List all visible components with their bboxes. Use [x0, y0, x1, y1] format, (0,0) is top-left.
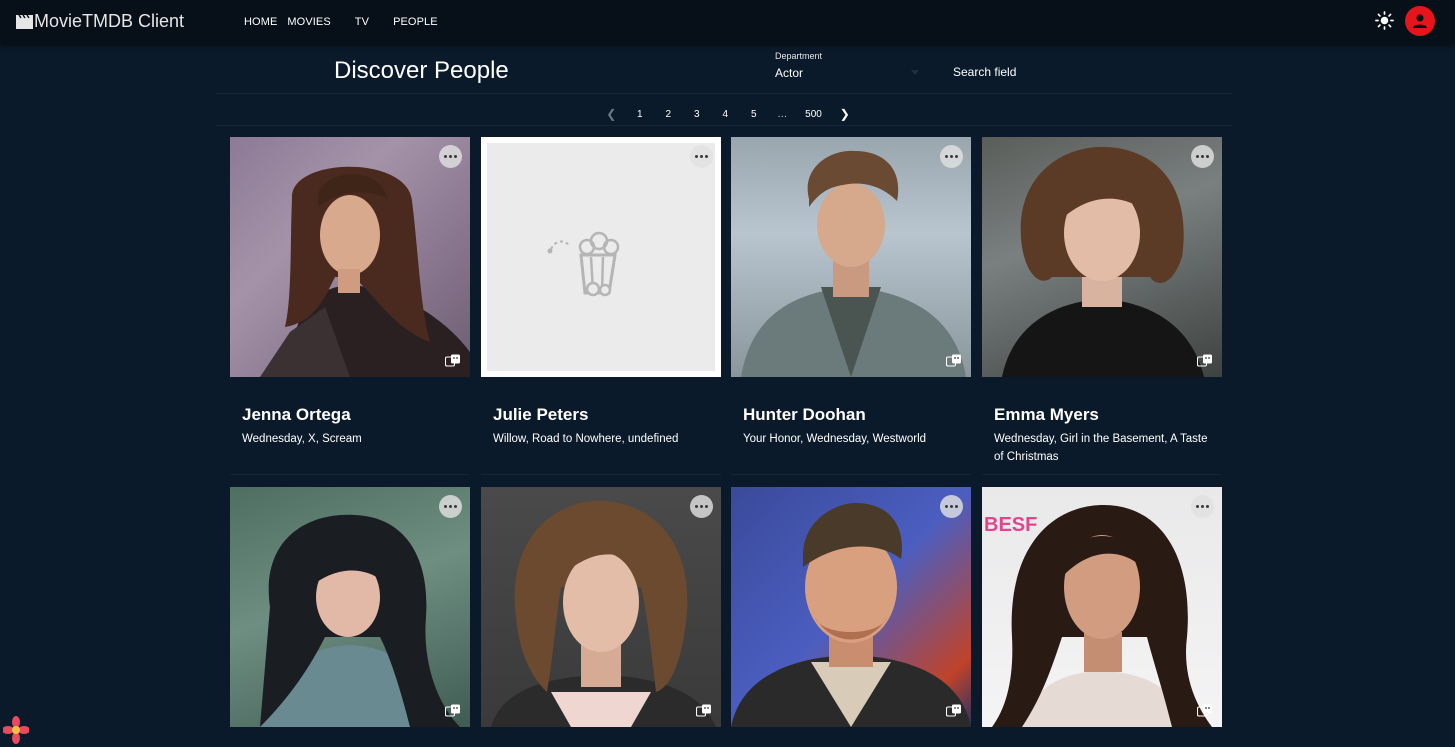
more-horizontal-icon[interactable]	[439, 495, 462, 518]
popcorn-icon	[547, 231, 620, 297]
page-title: Discover People	[334, 57, 509, 84]
clapperboard-icon	[16, 14, 33, 29]
department-label: Department	[775, 51, 823, 61]
card-divider	[731, 474, 971, 475]
theater-masks-icon[interactable]	[1197, 704, 1213, 718]
portrait-image	[741, 150, 966, 377]
more-horizontal-icon[interactable]	[1191, 495, 1214, 518]
person-known-for: Wednesday, X, Scream	[242, 433, 362, 445]
page-500-button[interactable]: 500	[797, 104, 831, 124]
person-photo[interactable]	[731, 137, 971, 377]
chevron-left-icon[interactable]: ❮	[597, 104, 626, 124]
photo-backdrop-text: BESF	[984, 514, 1037, 536]
department-select[interactable]: Department Actor	[775, 51, 921, 83]
more-horizontal-icon[interactable]	[1191, 145, 1214, 168]
theater-masks-icon[interactable]	[445, 704, 461, 718]
account-circle-icon	[1413, 14, 1427, 28]
portrait-image	[260, 514, 460, 727]
portrait-image	[1002, 146, 1204, 377]
portrait-image	[260, 166, 470, 377]
more-horizontal-icon[interactable]	[690, 495, 713, 518]
more-horizontal-icon[interactable]	[690, 145, 713, 168]
more-horizontal-icon[interactable]	[940, 145, 963, 168]
sun-icon[interactable]	[1375, 11, 1394, 30]
person-photo[interactable]	[481, 137, 721, 377]
person-known-for: Your Honor, Wednesday, Westworld	[743, 433, 927, 445]
person-photo[interactable]	[481, 487, 721, 727]
person-name[interactable]: Emma Myers	[994, 405, 1099, 425]
nav-movies[interactable]: MOVIES	[282, 16, 335, 28]
card-divider	[230, 474, 470, 475]
page-4-button[interactable]: 4	[711, 104, 740, 124]
theater-masks-icon[interactable]	[445, 354, 461, 368]
page-2-button[interactable]: 2	[654, 104, 683, 124]
theater-masks-icon[interactable]	[946, 354, 962, 368]
portrait-image: BESF	[984, 505, 1212, 727]
header-divider	[216, 93, 1232, 94]
theater-masks-icon[interactable]	[1197, 354, 1213, 368]
portrait-image	[491, 500, 716, 727]
chevron-right-icon[interactable]: ❯	[831, 104, 860, 124]
card-divider	[982, 474, 1222, 475]
main-nav: HOME MOVIES TV PEOPLE	[239, 0, 443, 44]
account-button[interactable]	[1405, 6, 1435, 36]
person-known-for: Wednesday, Girl in the Basement, A Taste…	[994, 433, 1208, 463]
theater-masks-icon[interactable]	[946, 704, 962, 718]
person-photo[interactable]	[230, 137, 470, 377]
person-photo[interactable]	[230, 487, 470, 727]
page-5-button[interactable]: 5	[740, 104, 769, 124]
devtools-flower-icon[interactable]	[3, 716, 29, 744]
nav-tv[interactable]: TV	[350, 16, 374, 28]
nav-people[interactable]: PEOPLE	[388, 16, 443, 28]
more-horizontal-icon[interactable]	[940, 495, 963, 518]
person-photo[interactable]	[982, 137, 1222, 377]
nav-home[interactable]: HOME	[239, 16, 282, 28]
department-value: Actor	[775, 66, 804, 80]
top-app-bar: MovieTMDB Client HOME MOVIES TV PEOPLE	[0, 0, 1455, 44]
person-name[interactable]: Julie Peters	[493, 405, 588, 425]
page-3-button[interactable]: 3	[683, 104, 712, 124]
portrait-image	[731, 502, 971, 727]
no-image-placeholder	[481, 137, 721, 377]
theater-masks-icon[interactable]	[696, 704, 712, 718]
brand-link[interactable]: MovieTMDB Client	[16, 11, 184, 32]
person-name[interactable]: Hunter Doohan	[743, 405, 866, 425]
person-known-for: Willow, Road to Nowhere, undefined	[493, 433, 679, 445]
pagination: ❮ 1 2 3 4 5 … 500 ❯	[597, 104, 859, 124]
person-name[interactable]: Jenna Ortega	[242, 405, 351, 425]
person-photo[interactable]	[731, 487, 971, 727]
card-divider	[481, 474, 721, 475]
page-1-button[interactable]: 1	[626, 104, 655, 124]
caret-down-icon	[911, 70, 919, 75]
pagination-ellipsis: …	[777, 108, 788, 120]
person-photo[interactable]: BESF	[982, 487, 1222, 727]
search-input[interactable]	[945, 61, 1230, 83]
brand-title: MovieTMDB Client	[34, 11, 185, 31]
pagination-divider	[216, 125, 1232, 126]
more-horizontal-icon[interactable]	[439, 145, 462, 168]
